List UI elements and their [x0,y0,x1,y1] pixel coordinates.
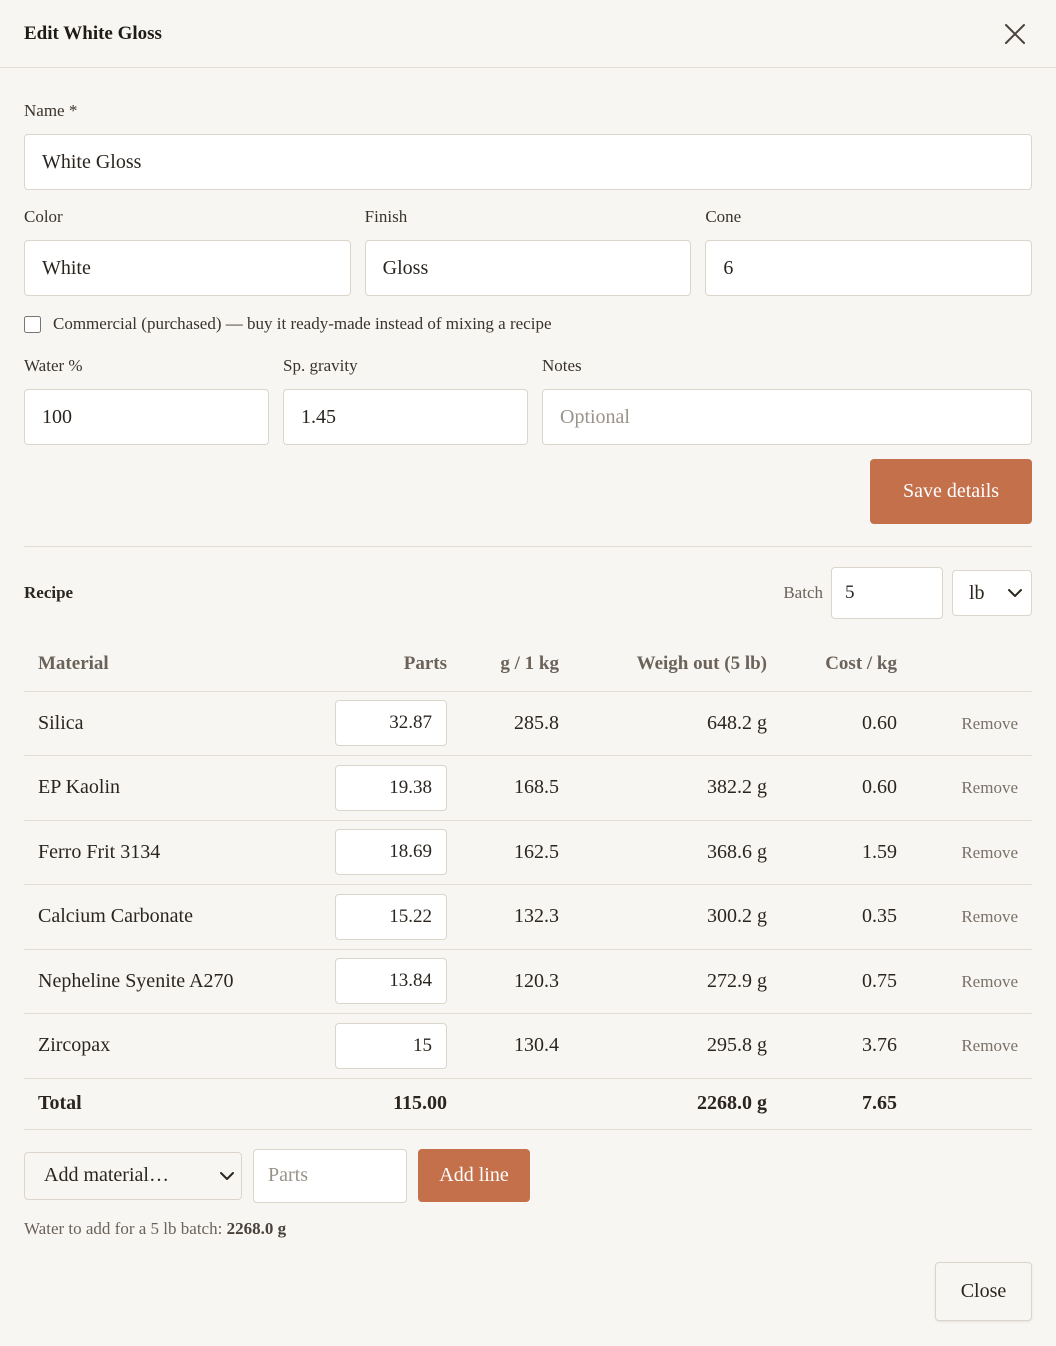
col-weigh-out: Weigh out (5 lb) [573,638,781,692]
finish-input[interactable] [364,240,692,296]
cost-cell: 3.76 [781,1013,911,1079]
weigh-out-cell: 368.6 g [573,820,781,885]
material-cell: EP Kaolin [24,755,317,821]
weigh-out-cell: 272.9 g [573,949,781,1014]
total-label: Total [24,1078,317,1130]
col-material: Material [24,638,317,692]
material-cell: Zircopax [24,1013,317,1079]
g-per-kg-cell: 168.5 [447,755,573,821]
notes-input[interactable] [542,389,1032,445]
cone-label: Cone [705,207,742,226]
g-per-kg-cell: 132.3 [447,884,573,950]
add-line-button[interactable]: Add line [418,1149,530,1202]
commercial-checkbox[interactable] [24,315,41,333]
commercial-label: Commercial (purchased) — buy it ready-ma… [53,314,552,333]
material-cell: Silica [24,691,317,756]
col-cost: Cost / kg [781,638,911,692]
parts-input[interactable] [335,1022,447,1069]
add-material-placeholder: Add material… [44,1164,169,1186]
weigh-out-cell: 295.8 g [573,1013,781,1079]
table-row: Ferro Frit 3134 162.5 368.6 g 1.59 Remov… [24,820,1032,885]
material-cell: Nepheline Syenite A270 [24,949,317,1014]
add-material-select[interactable]: Add material… [24,1151,242,1200]
g-per-kg-cell: 130.4 [447,1013,573,1079]
section-divider [24,546,1032,547]
material-cell: Ferro Frit 3134 [24,820,317,885]
close-icon[interactable] [1000,19,1030,49]
recipe-table: Material Parts g / 1 kg Weigh out (5 lb)… [24,638,1032,1130]
attributes-row: Color Finish Cone [24,207,1033,296]
weigh-out-cell: 648.2 g [573,691,781,756]
water-input[interactable] [24,389,269,445]
commercial-row: Commercial (purchased) — buy it ready-ma… [24,314,1032,334]
material-cell: Calcium Carbonate [24,884,317,950]
remove-button[interactable]: Remove [961,907,1018,927]
table-row: EP Kaolin 168.5 382.2 g 0.60 Remove [24,755,1032,821]
save-details-button[interactable]: Save details [870,459,1032,524]
chevron-down-icon [220,1171,234,1180]
chevron-down-icon [1008,589,1022,597]
notes-label: Notes [542,356,582,375]
cone-input[interactable] [705,240,1033,296]
cost-cell: 1.59 [781,820,911,885]
new-parts-input[interactable] [253,1148,407,1203]
color-label: Color [24,207,63,226]
parts-input[interactable] [335,764,447,811]
water-label: Water % [24,356,83,375]
col-actions [911,638,1032,692]
dialog-body: Name * Color Finish Cone Commercial (pur… [0,101,1056,1239]
table-row: Nepheline Syenite A270 120.3 272.9 g 0.7… [24,949,1032,1014]
water-note-text: Water to add for a 5 lb batch: [24,1218,223,1238]
name-label: Name * [24,101,78,120]
parts-input[interactable] [335,958,447,1005]
table-row: Calcium Carbonate 132.3 300.2 g 0.35 Rem… [24,884,1032,950]
batch-control: Batch lb [783,567,1032,619]
col-parts: Parts [317,638,447,692]
total-weigh-out: 2268.0 g [573,1078,781,1130]
sg-label: Sp. gravity [283,356,358,375]
parts-input[interactable] [335,893,447,940]
water-note: Water to add for a 5 lb batch: 2268.0 g [24,1219,1032,1239]
name-input[interactable] [24,134,1032,190]
water-note-value: 2268.0 g [226,1218,287,1238]
mix-row: Water % Sp. gravity Notes [24,356,1032,445]
batch-input[interactable] [831,567,943,619]
remove-button[interactable]: Remove [961,1036,1018,1056]
col-g-per-kg: g / 1 kg [447,638,573,692]
finish-label: Finish [364,207,408,226]
recipe-title: Recipe [24,583,74,602]
remove-button[interactable]: Remove [961,778,1018,798]
g-per-kg-cell: 162.5 [447,820,573,885]
batch-label: Batch [783,583,823,602]
parts-input[interactable] [335,700,447,747]
total-row: Total 115.00 2268.0 g 7.65 [24,1078,1032,1130]
g-per-kg-cell: 120.3 [447,949,573,1014]
cost-cell: 0.60 [781,755,911,821]
total-parts: 115.00 [317,1078,447,1130]
g-per-kg-cell: 285.8 [447,691,573,756]
sg-input[interactable] [283,389,528,445]
color-input[interactable] [24,240,351,296]
dialog-title: Edit White Gloss [24,22,162,44]
cost-cell: 0.75 [781,949,911,1014]
unit-value: lb [969,581,985,604]
add-line-row: Add material… Add line [24,1148,1032,1203]
remove-button[interactable]: Remove [961,972,1018,992]
table-row: Zircopax 130.4 295.8 g 3.76 Remove [24,1013,1032,1079]
cost-cell: 0.60 [781,691,911,756]
close-button[interactable]: Close [935,1262,1032,1321]
weigh-out-cell: 382.2 g [573,755,781,821]
total-cost: 7.65 [781,1078,911,1130]
dialog-header: Edit White Gloss [0,0,1056,68]
weigh-out-cell: 300.2 g [573,884,781,950]
remove-button[interactable]: Remove [961,843,1018,863]
cost-cell: 0.35 [781,884,911,950]
parts-input[interactable] [335,829,447,876]
table-row: Silica 285.8 648.2 g 0.60 Remove [24,691,1032,756]
remove-button[interactable]: Remove [961,714,1018,734]
unit-select[interactable]: lb [952,570,1032,616]
recipe-header: Recipe Batch lb [24,567,1032,619]
